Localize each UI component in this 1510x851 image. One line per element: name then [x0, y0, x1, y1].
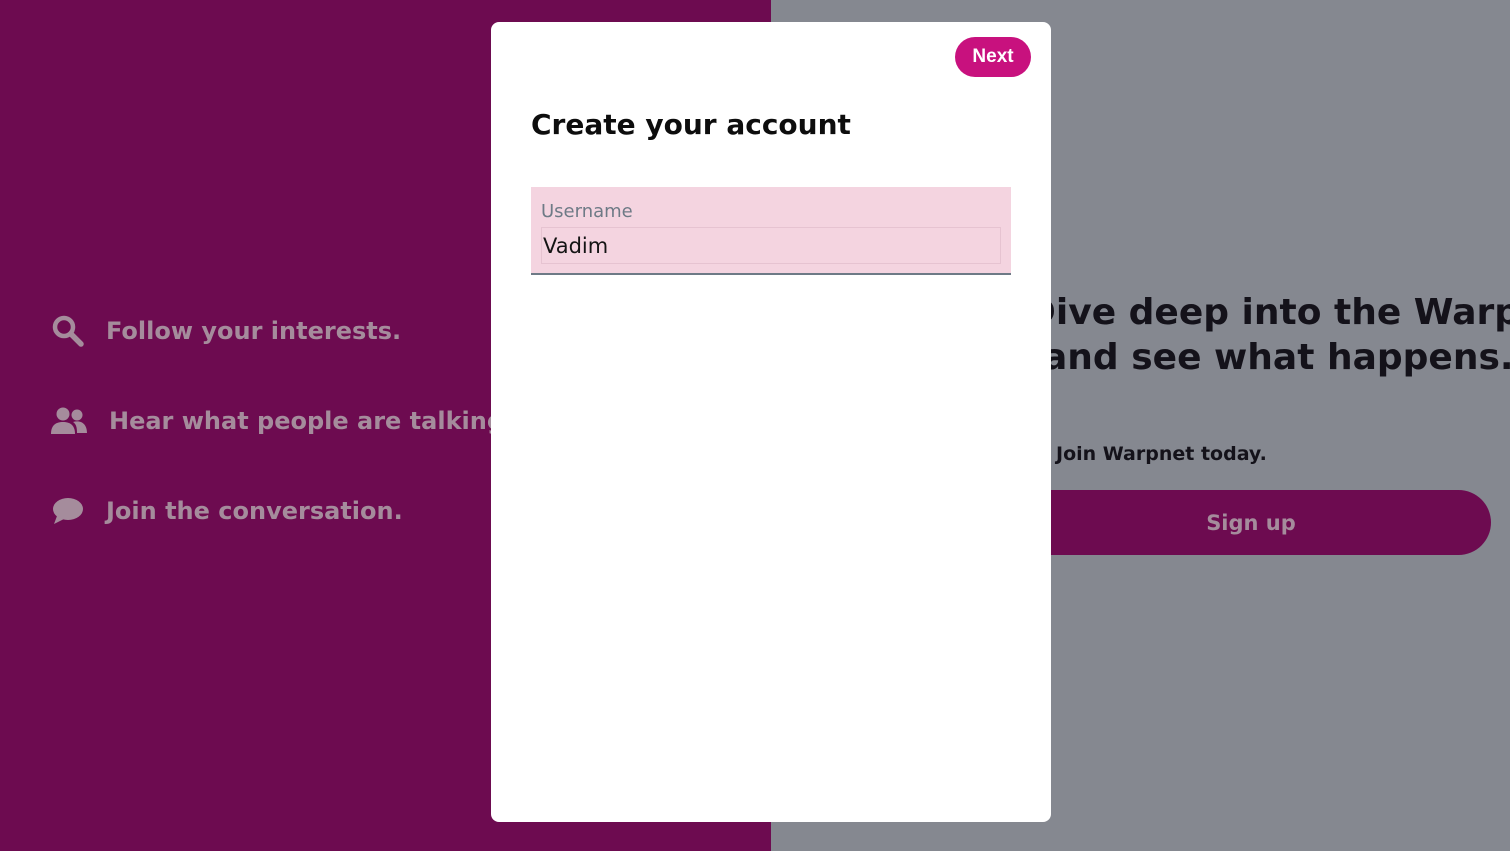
- feature-label: Join the conversation.: [106, 497, 403, 525]
- create-account-modal: Next Create your account Username: [491, 22, 1051, 822]
- headline: Dive deep into the Warp and see what hap…: [1026, 290, 1510, 380]
- username-field[interactable]: Username: [531, 187, 1011, 275]
- username-input[interactable]: [541, 227, 1001, 264]
- chat-bubble-icon: [50, 493, 86, 529]
- feature-join-conversation: Join the conversation.: [50, 493, 403, 529]
- join-text: Join Warpnet today.: [1056, 443, 1267, 465]
- username-label: Username: [541, 201, 633, 222]
- modal-title: Create your account: [531, 108, 851, 141]
- page: Follow your interests. Hear what people …: [0, 0, 1510, 851]
- headline-line-2: and see what happens...: [1043, 337, 1510, 378]
- headline-line-1: Dive deep into the Warp: [1026, 292, 1510, 333]
- feature-follow-interests: Follow your interests.: [50, 313, 401, 349]
- feature-label: Follow your interests.: [106, 317, 402, 345]
- search-icon: [50, 313, 86, 349]
- people-icon: [50, 403, 88, 439]
- next-button[interactable]: Next: [955, 37, 1031, 77]
